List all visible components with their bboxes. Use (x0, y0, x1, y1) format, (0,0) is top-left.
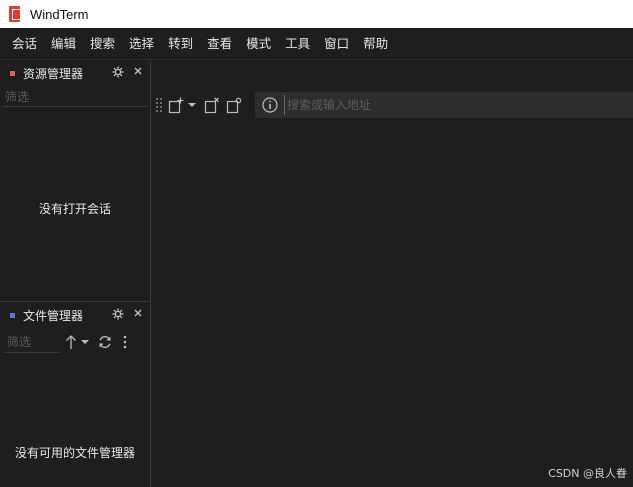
session-settings-icon[interactable] (226, 95, 242, 115)
menu-bar: 会话 编辑 搜索 选择 转到 查看 模式 工具 窗口 帮助 (0, 28, 633, 60)
menu-edit[interactable]: 编辑 (44, 33, 83, 55)
no-session-message: 没有打开会话 (38, 202, 111, 216)
resource-panel-marker (10, 70, 15, 76)
menu-mode[interactable]: 模式 (239, 33, 278, 55)
menu-help[interactable]: 帮助 (356, 33, 395, 55)
close-session-icon[interactable] (204, 95, 220, 115)
left-sidebar: 资源管理器 没有打开会话 文件管理器 (0, 61, 151, 487)
file-filter-input[interactable] (5, 331, 59, 352)
file-panel-header: 文件管理器 (0, 303, 150, 327)
menu-session[interactable]: 会话 (5, 33, 44, 55)
title-bar: WindTerm (0, 0, 633, 28)
menu-goto[interactable]: 转到 (161, 33, 200, 55)
chevron-down-icon[interactable] (81, 332, 89, 352)
file-filter (5, 331, 59, 353)
new-session-icon[interactable] (168, 95, 184, 115)
file-panel-marker (10, 312, 15, 318)
menu-view[interactable]: 查看 (200, 33, 239, 55)
file-panel-title: 文件管理器 (23, 308, 84, 323)
address-input[interactable] (284, 95, 633, 115)
menu-tools[interactable]: 工具 (278, 33, 317, 55)
main-toolbar (152, 92, 633, 118)
resource-panel-header: 资源管理器 (0, 61, 150, 85)
refresh-icon[interactable] (97, 332, 113, 352)
file-panel-toolbar (0, 331, 150, 353)
main-area (152, 61, 633, 487)
arrow-up-icon[interactable] (65, 332, 77, 352)
no-file-manager-message: 没有可用的文件管理器 (14, 446, 135, 460)
info-icon[interactable] (262, 97, 278, 113)
chevron-down-icon[interactable] (188, 95, 196, 115)
toolbar-grip-icon[interactable] (156, 96, 162, 114)
gear-icon[interactable] (112, 308, 124, 320)
resource-filter (3, 87, 148, 107)
more-vertical-icon[interactable] (123, 332, 127, 352)
menu-select[interactable]: 选择 (122, 33, 161, 55)
close-icon[interactable] (133, 66, 145, 78)
menu-search[interactable]: 搜索 (83, 33, 122, 55)
watermark: CSDN @良人眷 (548, 467, 627, 480)
close-icon[interactable] (133, 308, 145, 320)
menu-window[interactable]: 窗口 (317, 33, 356, 55)
resource-filter-input[interactable] (3, 87, 148, 106)
resource-panel-title: 资源管理器 (23, 66, 84, 81)
windterm-logo-icon (9, 6, 23, 22)
window-title: WindTerm (30, 6, 89, 22)
gear-icon[interactable] (112, 66, 124, 78)
panel-divider[interactable] (0, 301, 151, 302)
address-bar (255, 92, 633, 118)
